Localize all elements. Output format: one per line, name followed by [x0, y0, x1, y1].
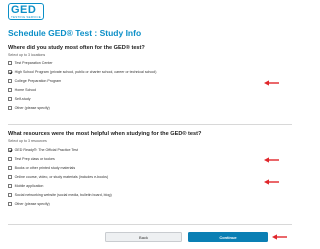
option-label: High School Program (private school, pub… — [14, 70, 157, 74]
checkbox[interactable] — [8, 97, 12, 101]
continue-button[interactable]: Continue — [188, 232, 268, 242]
option-test-prep-class[interactable]: Test Prep class or tookes — [8, 156, 55, 162]
option-other-location[interactable]: Other (please specify) — [8, 105, 50, 111]
option-label: Social networking website (social media,… — [14, 193, 112, 197]
page-title: Schedule GED® Test : Study Info — [8, 28, 142, 38]
checkbox[interactable] — [8, 157, 12, 161]
option-label: Home School — [14, 88, 37, 92]
option-high-school-program[interactable]: High School Program (private school, pub… — [8, 69, 156, 75]
option-mobile-application[interactable]: Mobile application — [8, 183, 43, 189]
option-label: Books or other printed study materials — [14, 166, 76, 170]
red-arrow-icon — [264, 157, 279, 163]
back-button[interactable]: Back — [105, 232, 182, 242]
checkbox[interactable] — [8, 166, 12, 170]
option-label: Other (please specify) — [14, 202, 50, 206]
red-arrow-icon — [264, 179, 279, 185]
checkbox-checked[interactable] — [8, 70, 12, 74]
checkbox[interactable] — [8, 106, 12, 110]
ged-logo: GED TESTING SERVICE — [8, 3, 44, 20]
option-label: Test Prep class or tookes — [14, 157, 55, 161]
option-label: Self-study — [14, 97, 31, 101]
option-books-printed-materials[interactable]: Books or other printed study materials — [8, 165, 75, 171]
logo-tagline: TESTING SERVICE — [11, 15, 41, 19]
option-college-preparation-program[interactable]: College Preparation Program — [8, 78, 61, 84]
option-label: College Preparation Program — [14, 79, 62, 83]
option-other-resource[interactable]: Other (please specify) — [8, 201, 50, 207]
checkbox[interactable] — [8, 175, 12, 179]
option-label: Online course, video, or study materials… — [14, 175, 109, 179]
footer-divider — [8, 224, 292, 225]
checkbox[interactable] — [8, 61, 12, 65]
option-test-preparation-center[interactable]: Test Preparation Center — [8, 60, 53, 66]
option-online-course[interactable]: Online course, video, or study materials… — [8, 174, 108, 180]
question-study-location-title: Where did you study most often for the G… — [8, 45, 145, 51]
checkbox[interactable] — [8, 202, 12, 206]
option-social-networking[interactable]: Social networking website (social media,… — [8, 192, 112, 198]
option-label: Mobile application — [14, 184, 44, 188]
checkbox[interactable] — [8, 193, 12, 197]
question-study-location-hint: Select up to 3 locations — [8, 53, 46, 57]
checkbox[interactable] — [8, 88, 12, 92]
option-label: GED Ready®: The Official Practice Test — [14, 148, 78, 152]
option-ged-ready[interactable]: GED Ready®: The Official Practice Test — [8, 147, 78, 153]
red-arrow-icon — [264, 80, 279, 86]
option-self-study[interactable]: Self-study — [8, 96, 31, 102]
option-home-school[interactable]: Home School — [8, 87, 36, 93]
question-resources-hint: Select up to 3 resources — [8, 139, 47, 143]
option-label: Test Preparation Center — [14, 61, 53, 65]
checkbox-checked[interactable] — [8, 148, 12, 152]
checkbox[interactable] — [8, 79, 12, 83]
red-arrow-icon — [272, 234, 287, 240]
option-label: Other (please specify) — [14, 106, 50, 110]
checkbox[interactable] — [8, 184, 12, 188]
section-divider — [8, 124, 292, 125]
question-resources-title: What resources were the most helpful whe… — [8, 131, 202, 137]
